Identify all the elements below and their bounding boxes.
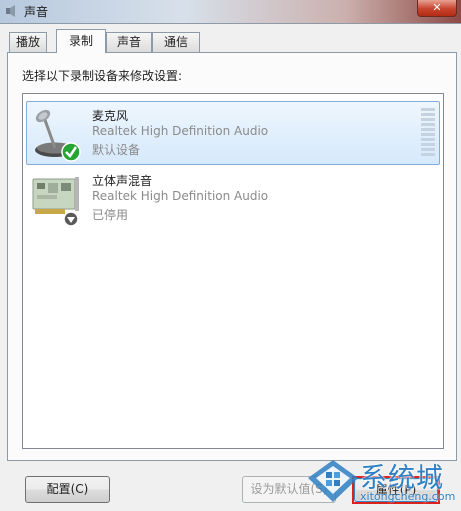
device-list[interactable]: 麦克风 Realtek High Definition Audio 默认设备 立…: [22, 93, 444, 449]
watermark: 系统城 xitongcheng.com: [306, 456, 461, 511]
device-driver: Realtek High Definition Audio: [92, 124, 269, 138]
device-name: 麦克风: [92, 109, 129, 123]
level-meter: [421, 108, 435, 158]
device-status: 默认设备: [92, 143, 141, 157]
window-title: 声音: [24, 5, 49, 19]
microphone-icon: [35, 109, 81, 162]
tab-recording[interactable]: 录制: [56, 29, 106, 53]
recording-panel: 选择以下录制设备来修改设置: 麦克风 Realtek High Definiti…: [7, 52, 457, 461]
disabled-arrow-icon: [63, 211, 79, 227]
tab-communications[interactable]: 通信: [152, 32, 200, 52]
watermark-text-en: xitongcheng.com: [360, 490, 456, 503]
close-button[interactable]: ✕: [417, 0, 457, 17]
device-item-stereo-mix[interactable]: 立体声混音 Realtek High Definition Audio 已停用: [26, 166, 440, 230]
instruction-text: 选择以下录制设备来修改设置:: [22, 69, 183, 83]
device-driver: Realtek High Definition Audio: [92, 189, 269, 203]
checkmark-icon: [61, 142, 81, 162]
watermark-logo-icon: [308, 460, 358, 502]
speaker-icon: [6, 5, 15, 17]
configure-button[interactable]: 配置(C): [25, 476, 110, 503]
device-name: 立体声混音: [92, 174, 153, 188]
device-status: 已停用: [92, 208, 129, 222]
sound-card-icon: [32, 177, 79, 227]
title-bar: 声音 ✕: [0, 0, 461, 24]
device-item-microphone[interactable]: 麦克风 Realtek High Definition Audio 默认设备: [26, 101, 440, 165]
tab-playback[interactable]: 播放: [9, 32, 47, 52]
tab-sounds[interactable]: 声音: [106, 32, 152, 52]
